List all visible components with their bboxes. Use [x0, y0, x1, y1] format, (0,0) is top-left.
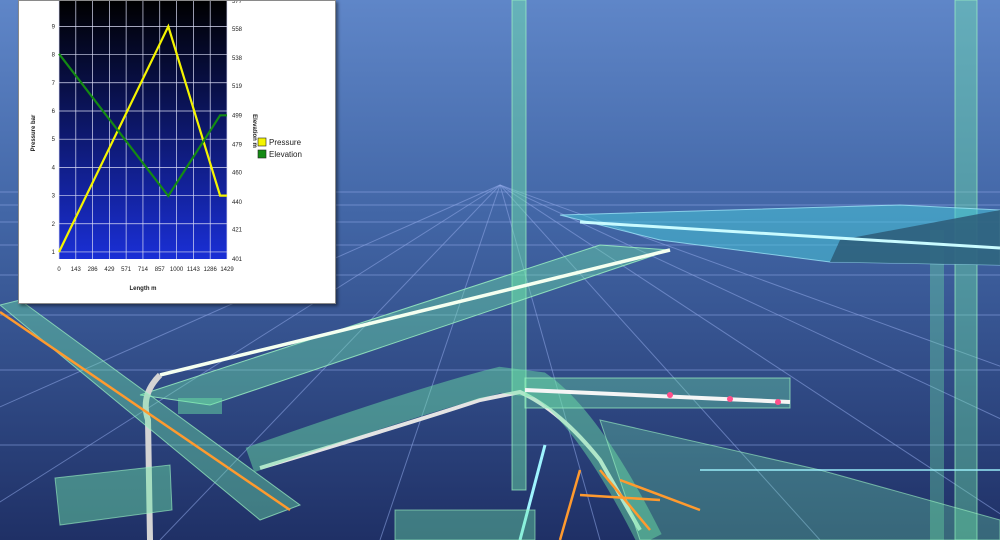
x-tick-label: 143 — [71, 267, 82, 273]
y-tick-label: 4 — [52, 165, 56, 171]
y2-tick-label: 460 — [232, 171, 243, 177]
x-tick-label: 1429 — [220, 267, 234, 273]
y-tick-label: 6 — [52, 109, 56, 115]
x-tick-label: 714 — [138, 267, 149, 273]
y-tick-label: 7 — [52, 81, 56, 87]
y2-tick-label: 577 — [232, 1, 243, 5]
y2-tick-label: 421 — [232, 228, 243, 234]
bottom-left-block — [394, 509, 536, 540]
x-tick-label: 286 — [88, 267, 99, 273]
y-axis-label: Pressure bar — [31, 114, 37, 151]
x-tick-label: 857 — [155, 267, 166, 273]
y2-axis-label: Elevation m — [251, 114, 257, 148]
y2-tick-label: 479 — [232, 143, 243, 149]
y2-tick-label: 558 — [232, 27, 243, 33]
pressure-elevation-chart-window[interactable]: 0 143 286 429 571 714 857 1000 1143 1286 1429 1234… — [18, 0, 336, 304]
y-tick-label: 5 — [52, 137, 56, 143]
x-tick-label: 1286 — [204, 267, 218, 273]
pressure-elevation-chart: 0 143 286 429 571 714 857 1000 1143 1286 1429 1234… — [31, 1, 302, 292]
x-tick-label: 1000 — [170, 267, 184, 273]
y2-tick-label: 440 — [232, 200, 243, 206]
legend-swatch-elevation — [257, 149, 267, 159]
x-axis-label: Length m — [130, 286, 157, 292]
vertical-shaft-far — [930, 230, 944, 540]
x-tick-label: 1143 — [187, 267, 201, 273]
legend-label-pressure: Pressure — [269, 138, 302, 147]
x-tick-label: 429 — [104, 267, 115, 273]
y-tick-label: 9 — [52, 24, 56, 30]
y-tick-label: 2 — [52, 222, 56, 228]
y2-tick-label: 538 — [232, 56, 243, 62]
x-tick-label: 571 — [121, 267, 132, 273]
y2-tick-label: 519 — [232, 84, 243, 90]
y2-tick-label: 499 — [232, 113, 243, 119]
pipe-node — [667, 392, 673, 398]
y-tick-labels: 1 2 3 4 5 6 7 8 9 — [52, 24, 56, 256]
legend-swatch-pressure — [257, 137, 267, 147]
y2-tick-label: 401 — [232, 257, 243, 263]
pipe-node — [727, 396, 733, 402]
vertical-shaft-right — [954, 0, 978, 540]
x-tick-labels: 0 143 286 429 571 714 857 1000 1143 1286 1429 — [57, 267, 234, 273]
vertical-shaft-left — [511, 0, 527, 491]
y-tick-label: 1 — [52, 250, 56, 256]
y2-tick-labels: 401 421 440 460 479 499 519 538 558 577 — [232, 1, 243, 263]
y-tick-label: 3 — [52, 194, 56, 200]
pipe-node — [775, 399, 781, 405]
small-block — [178, 398, 222, 414]
x-tick-label: 0 — [57, 267, 61, 273]
legend: Pressure Elevation — [257, 137, 302, 159]
legend-label-elevation: Elevation — [269, 150, 302, 159]
y-tick-label: 8 — [52, 53, 56, 59]
